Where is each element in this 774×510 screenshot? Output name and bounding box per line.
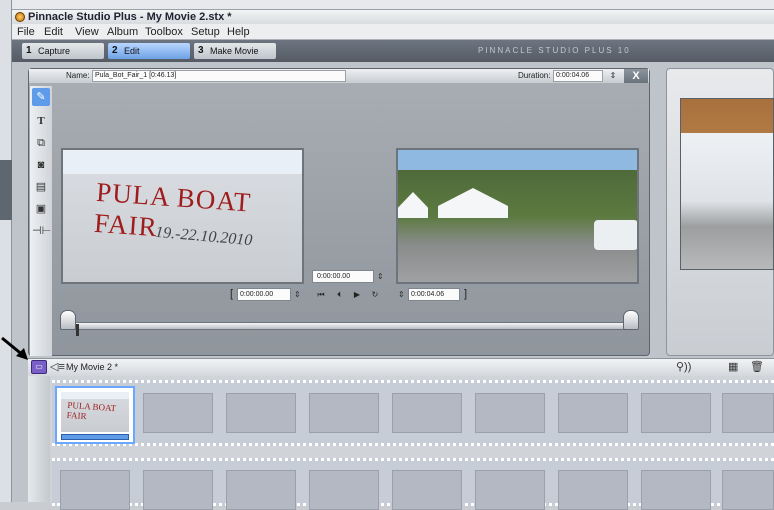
out-point-bracket-icon[interactable]: ] [464,288,467,301]
clip-duration-bar [61,434,129,440]
name-label: Name: [66,71,90,80]
end-frame-image [396,148,639,284]
movie-title: My Movie 2 * [66,362,119,372]
tab-edit-label: Edit [124,46,140,56]
player-preview-image [680,98,774,270]
video-tool-icon[interactable]: ✎ [32,88,50,106]
menu-toolbox[interactable]: Toolbox [145,24,183,40]
timecode-spinner-icon[interactable]: ⇕ [377,270,389,283]
storyboard-slot[interactable] [475,470,545,510]
play-icon[interactable]: ▶ [350,287,364,302]
menu-edit[interactable]: Edit [44,24,63,40]
brand-logo: PINNACLE STUDIO PLUS 10 [478,46,631,55]
wireless-icon[interactable]: ⚲)) [676,359,691,375]
background-window-edge [0,0,12,502]
overlay-tool-icon[interactable]: ⧉ [32,134,50,152]
calendar-icon[interactable]: ▦ [728,359,738,375]
playhead-marker[interactable] [76,324,79,336]
car-shape [594,220,637,250]
out-point-spinner-icon[interactable]: ⇕ [398,288,408,301]
menu-view[interactable]: View [75,24,99,40]
storyboard-slot[interactable] [143,470,213,510]
duration-spinner-icon[interactable]: ⇕ [606,70,620,82]
storyboard-slot[interactable] [226,470,296,510]
storyboard-slot[interactable] [722,470,774,510]
storyboard-sidebar [28,376,50,502]
storyboard-slot[interactable] [475,393,545,433]
storyboard-slot[interactable] [309,470,379,510]
storyboard-slot[interactable] [392,393,462,433]
frame-tool-icon[interactable]: ▣ [32,200,50,218]
tab-edit[interactable]: 2 Edit [108,43,190,59]
tent-shape [438,188,508,218]
menu-album[interactable]: Album [107,24,138,40]
current-timecode-field[interactable]: 0:00:00.00 [312,270,374,283]
tab-make-movie-number: 3 [198,45,204,56]
storyboard-view-icon[interactable]: ▭ [31,360,47,374]
duration-label: Duration: [518,71,551,80]
menu-setup[interactable]: Setup [191,24,220,40]
background-window-panel [0,160,12,220]
menu-file[interactable]: File [17,24,35,40]
audio-tool-icon[interactable]: ⊣⊢ [32,222,51,240]
arrow-pointer-icon [1,336,28,360]
out-point-field[interactable]: 0:00:04.06 [408,288,460,301]
storyboard-header [28,358,774,376]
clip-thumbnail[interactable]: PULA BOAT FAIR [61,392,129,432]
go-to-start-icon[interactable]: ⏮ [314,287,328,302]
tent-shape [398,192,428,218]
background-window-strip [0,0,774,10]
storyboard-slot[interactable] [641,470,711,510]
trim-end-handle[interactable] [623,310,639,330]
tab-make-movie-label: Make Movie [210,46,259,56]
camera-tool-icon[interactable]: ◙ [32,156,50,174]
storyboard-slot[interactable] [641,393,711,433]
storyboard-slot[interactable] [226,393,296,433]
step-back-icon[interactable]: ⏴ [332,287,346,302]
storyboard-slot[interactable] [309,393,379,433]
audio-view-icon[interactable]: ◁≡ [50,359,65,375]
menu-help[interactable]: Help [227,24,250,40]
close-toolbox-button[interactable]: X [624,69,648,83]
loop-icon[interactable]: ↻ [368,287,382,302]
start-frame-image: PULA BOAT FAIR 19.-22.10.2010 [61,148,304,284]
window-title: Pinnacle Studio Plus - My Movie 2.stx * [28,11,232,23]
storyboard-slot[interactable] [558,470,628,510]
trash-icon[interactable]: 🗑 [750,359,764,375]
tab-capture[interactable]: 1 Capture [22,43,104,59]
tab-capture-label: Capture [38,46,71,56]
pinnacle-app-icon[interactable] [15,12,25,22]
trim-scrubber-track[interactable] [66,322,632,330]
storyboard-slot[interactable] [558,393,628,433]
trim-start-handle[interactable] [60,310,76,330]
effects-tool-icon[interactable]: ▤ [32,178,50,196]
storyboard-slot[interactable] [392,470,462,510]
in-point-spinner-icon[interactable]: ⇕ [294,288,304,301]
clip-sign-text: PULA BOAT FAIR [66,399,117,422]
in-point-field[interactable]: 0:00:00.00 [237,288,291,301]
duration-field[interactable]: 0:00:04.06 [553,70,603,82]
tab-make-movie[interactable]: 3 Make Movie [194,43,276,59]
tab-edit-number: 2 [112,45,118,56]
storyboard-slot[interactable] [143,393,213,433]
clip-name-field[interactable]: Pula_Bot_Fair_1 [0:46.13] [92,70,346,82]
in-point-bracket-icon[interactable]: [ [230,288,233,301]
storyboard-slot[interactable] [60,470,130,510]
storyboard-slot[interactable] [722,393,774,433]
tab-capture-number: 1 [26,45,32,56]
title-tool-icon[interactable]: T [32,112,50,130]
